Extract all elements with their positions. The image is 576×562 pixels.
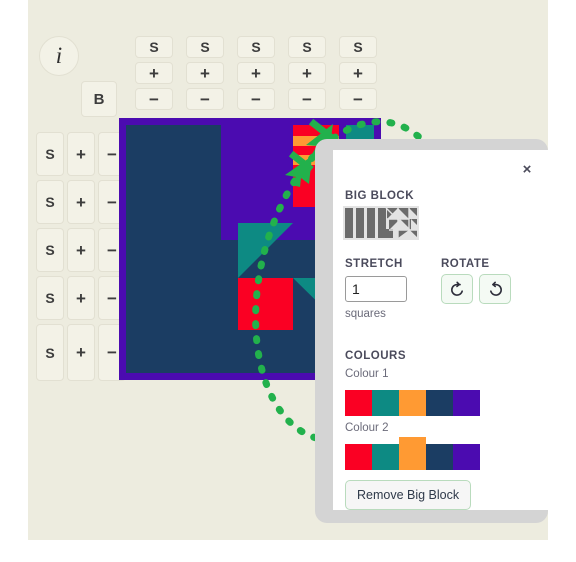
column-3-plus-button[interactable]: + — [288, 62, 326, 84]
row-3-plus-button[interactable]: + — [67, 276, 95, 320]
colour-swatch[interactable] — [345, 390, 372, 416]
colour-swatch[interactable] — [399, 390, 426, 416]
big-block-panel: × BIG BLOCK STRETCH 1 squares ROTATE COL… — [333, 150, 548, 510]
column-4-size-button[interactable]: S — [339, 36, 377, 58]
row-1-plus-button[interactable]: + — [67, 180, 95, 224]
colour-2-label: Colour 2 — [345, 422, 389, 434]
big-block-icon — [343, 206, 419, 240]
colour-swatch[interactable] — [426, 444, 453, 470]
colour-1-label: Colour 1 — [345, 368, 389, 380]
column-3-size-button[interactable]: S — [288, 36, 326, 58]
stretch-unit-label: squares — [345, 308, 386, 320]
column-1-size-button[interactable]: S — [186, 36, 224, 58]
add-big-block-button[interactable]: B — [81, 81, 117, 117]
column-1-minus-button[interactable]: − — [186, 88, 224, 110]
rotate-cw-button[interactable] — [479, 274, 511, 304]
column-0-size-button[interactable]: S — [135, 36, 173, 58]
remove-big-block-button[interactable]: Remove Big Block — [345, 480, 472, 510]
row-2-plus-button[interactable]: + — [67, 228, 95, 272]
rotate-ccw-icon — [450, 281, 463, 296]
row-4-plus-button[interactable]: + — [67, 324, 95, 381]
column-1-plus-button[interactable]: + — [186, 62, 224, 84]
column-2-size-button[interactable]: S — [237, 36, 275, 58]
column-0-minus-button[interactable]: − — [135, 88, 173, 110]
info-button[interactable]: i — [39, 36, 79, 76]
stretch-label: STRETCH — [345, 258, 403, 270]
column-0-plus-button[interactable]: + — [135, 62, 173, 84]
colour-swatch[interactable] — [426, 390, 453, 416]
close-icon[interactable]: × — [518, 160, 536, 178]
colour-2-swatches[interactable] — [345, 437, 480, 470]
red-stripe-top[interactable] — [293, 125, 339, 136]
colour-1-swatches[interactable] — [345, 386, 480, 416]
colour-swatch[interactable] — [345, 444, 372, 470]
column-3-minus-button[interactable]: − — [288, 88, 326, 110]
row-2-size-button[interactable]: S — [36, 228, 64, 272]
rotate-ccw-button[interactable] — [441, 274, 473, 304]
row-0-plus-button[interactable]: + — [67, 132, 95, 176]
row-1-size-button[interactable]: S — [36, 180, 64, 224]
panel-title: BIG BLOCK — [345, 190, 415, 202]
row-4-size-button[interactable]: S — [36, 324, 64, 381]
teal-bar-top-right[interactable] — [346, 125, 374, 140]
colour-swatch[interactable] — [399, 437, 426, 470]
column-2-minus-button[interactable]: − — [237, 88, 275, 110]
red-square-middle[interactable] — [238, 278, 293, 330]
colour-swatch[interactable] — [453, 390, 480, 416]
navy-left-column[interactable] — [126, 125, 221, 240]
rotate-cw-icon — [489, 281, 502, 296]
stretch-input[interactable] — [345, 276, 407, 302]
row-3-size-button[interactable]: S — [36, 276, 64, 320]
info-icon: i — [55, 43, 63, 68]
column-2-plus-button[interactable]: + — [237, 62, 275, 84]
colour-swatch[interactable] — [372, 444, 399, 470]
colour-swatch[interactable] — [453, 444, 480, 470]
rotate-label: ROTATE — [441, 258, 490, 270]
colour-swatch[interactable] — [372, 390, 399, 416]
screen-root: i B S + − S + − S + − S + − S + − S + − … — [0, 0, 576, 562]
colours-label: COLOURS — [345, 350, 406, 362]
column-4-minus-button[interactable]: − — [339, 88, 377, 110]
row-0-size-button[interactable]: S — [36, 132, 64, 176]
column-4-plus-button[interactable]: + — [339, 62, 377, 84]
